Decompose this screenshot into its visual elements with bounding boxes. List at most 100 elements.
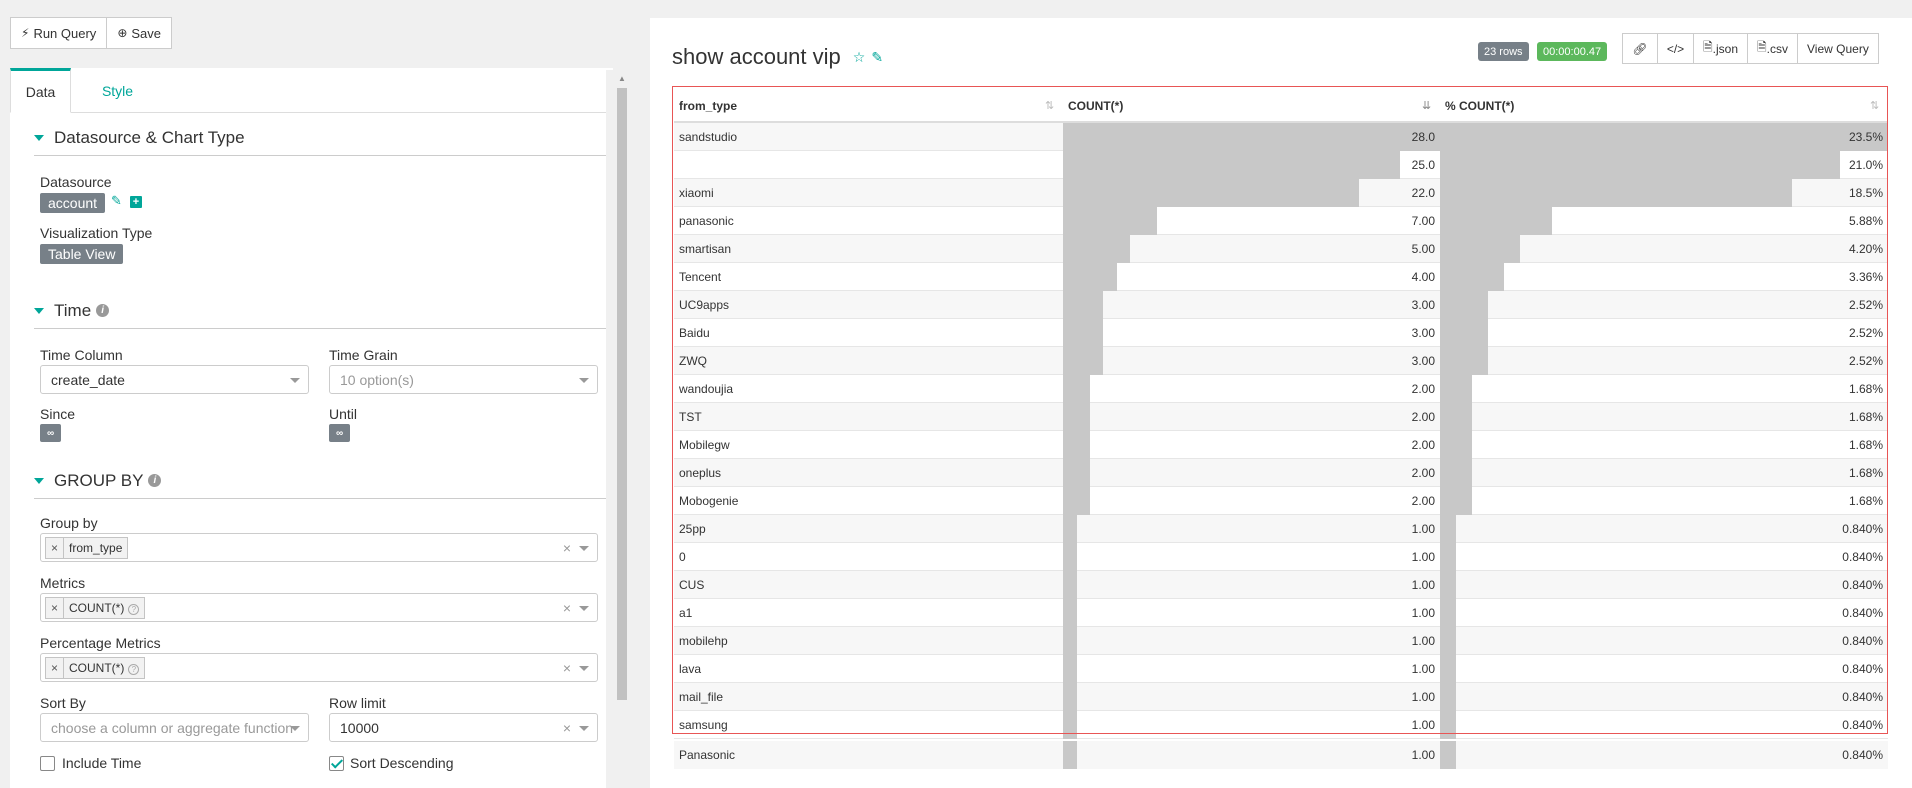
export-json-button[interactable]: 🗎︎ .json: [1694, 33, 1749, 64]
count-value: 1.00: [1411, 690, 1435, 704]
count-value: 5.00: [1411, 242, 1435, 256]
since-tag[interactable]: ∞: [40, 424, 62, 442]
count-value: 7.00: [1411, 214, 1435, 228]
cell-pct-count: 0.840%: [1440, 543, 1888, 571]
count-bar: [1063, 235, 1130, 263]
time-column-select[interactable]: create_date: [40, 365, 309, 394]
cell-count: 1.00: [1063, 599, 1440, 627]
section-time-header[interactable]: Time i: [34, 293, 607, 329]
bolt-icon: ⚡: [21, 26, 30, 40]
count-bar: [1063, 459, 1090, 487]
pct-metrics-chip-label: COUNT(*)?: [64, 661, 144, 675]
scroll-up-arrow-icon[interactable]: ▲: [618, 74, 626, 83]
clear-icon[interactable]: ×: [563, 720, 571, 736]
star-icon[interactable]: ☆: [853, 49, 866, 66]
section-groupby-title: GROUP BY: [54, 470, 144, 490]
metrics-select[interactable]: × COUNT(*)? ×: [40, 593, 598, 622]
sort-icon[interactable]: ⇅: [1870, 99, 1879, 112]
results-table: from_type ⇅ COUNT(*) ⇊ % COUNT(*) ⇅ sand…: [674, 89, 1888, 769]
clear-icon[interactable]: ×: [563, 540, 571, 556]
edit-title-icon[interactable]: ✎: [871, 49, 883, 66]
csv-label: .csv: [1766, 41, 1789, 56]
count-bar: [1063, 151, 1400, 179]
time-grain-select[interactable]: 10 option(s): [329, 365, 598, 394]
cell-count: 28.0: [1063, 123, 1440, 151]
time-grain-placeholder: 10 option(s): [340, 371, 414, 388]
pct-bar: [1440, 571, 1456, 599]
count-bar: [1063, 431, 1090, 459]
scrollbar-thumb[interactable]: [617, 88, 627, 700]
cell-count: 1.00: [1063, 627, 1440, 655]
viz-type-tag[interactable]: Table View: [40, 244, 124, 264]
chart-title: show account vip ☆ ✎: [672, 44, 883, 70]
pct-metrics-chip: × COUNT(*)?: [45, 656, 146, 679]
cell-pct-count: 1.68%: [1440, 375, 1888, 403]
tab-style[interactable]: Style: [90, 68, 145, 113]
help-icon: ?: [128, 603, 140, 615]
cell-pct-count: 21.0%: [1440, 151, 1888, 179]
pct-value: 2.52%: [1848, 298, 1883, 312]
time-grain-label: Time Grain: [329, 347, 398, 363]
clear-icon[interactable]: ×: [563, 660, 571, 676]
save-button[interactable]: ⊕ Save: [107, 17, 173, 49]
dropdown-arrow-icon: [290, 726, 300, 731]
cell-pct-count: 0.840%: [1440, 711, 1888, 739]
section-datasource-header[interactable]: Datasource & Chart Type: [34, 120, 607, 156]
until-tag[interactable]: ∞: [329, 424, 351, 442]
row-limit-value: 10000: [340, 719, 379, 736]
pct-metrics-chip-text: COUNT(*): [69, 660, 125, 675]
remove-chip-icon[interactable]: ×: [46, 537, 65, 558]
edit-datasource-icon[interactable]: ✎: [111, 193, 122, 209]
clear-icon[interactable]: ×: [563, 600, 571, 616]
header-pct-count[interactable]: % COUNT(*) ⇅: [1440, 89, 1888, 123]
cell-from-type: xiaomi: [679, 186, 714, 200]
table-row: Baidu 3.00 2.52%: [674, 319, 1888, 347]
add-datasource-icon[interactable]: +: [130, 196, 142, 208]
section-groupby-header[interactable]: GROUP BY i: [34, 463, 607, 499]
count-value: 1.00: [1411, 550, 1435, 564]
table-row: 25.0 21.0%: [674, 151, 1888, 179]
pct-bar: [1440, 151, 1840, 179]
pct-value: 0.840%: [1842, 718, 1883, 732]
caret-down-icon: [34, 134, 44, 141]
cell-count: 1.00: [1063, 571, 1440, 599]
count-value: 1.00: [1411, 634, 1435, 648]
header-count[interactable]: COUNT(*) ⇊: [1063, 89, 1440, 123]
info-icon[interactable]: i: [96, 304, 110, 317]
include-time-checkbox[interactable]: [40, 756, 55, 771]
sort-by-select[interactable]: choose a column or aggregate function: [40, 713, 309, 742]
pct-value: 2.52%: [1848, 354, 1883, 368]
export-csv-button[interactable]: 🗎︎ .csv: [1748, 33, 1799, 64]
run-query-button[interactable]: ⚡ Run Query: [10, 17, 108, 49]
pct-value: 21.0%: [1848, 158, 1883, 172]
group-by-select[interactable]: × from_type ×: [40, 533, 598, 562]
table-row: Mobilegw 2.00 1.68%: [674, 431, 1888, 459]
sort-desc-icon[interactable]: ⇊: [1422, 99, 1431, 112]
view-query-button[interactable]: View Query: [1798, 33, 1879, 64]
table-row: CUS 1.00 0.840%: [674, 571, 1888, 599]
group-by-label: Group by: [40, 515, 98, 531]
count-bar: [1063, 741, 1077, 769]
header-from-type[interactable]: from_type ⇅: [674, 89, 1063, 123]
count-value: 3.00: [1411, 326, 1435, 340]
remove-chip-icon[interactable]: ×: [46, 597, 65, 618]
tab-data[interactable]: Data: [10, 68, 71, 113]
cell-pct-count: 1.68%: [1440, 431, 1888, 459]
file-icon: 🗎︎: [1757, 40, 1767, 54]
sort-descending-checkbox[interactable]: [329, 756, 344, 771]
count-bar: [1063, 375, 1090, 403]
sort-icon[interactable]: ⇅: [1045, 99, 1054, 112]
view-query-label: View Query: [1807, 41, 1869, 56]
link-button[interactable]: 🔗︎: [1622, 33, 1658, 64]
pct-value: 1.68%: [1848, 494, 1883, 508]
row-limit-select[interactable]: 10000 ×: [329, 713, 598, 742]
pct-bar: [1440, 599, 1456, 627]
cell-pct-count: 18.5%: [1440, 179, 1888, 207]
pct-metrics-select[interactable]: × COUNT(*)? ×: [40, 653, 598, 682]
cell-count: 22.0: [1063, 179, 1440, 207]
datasource-tag[interactable]: account: [40, 193, 106, 213]
info-icon[interactable]: i: [148, 474, 162, 487]
cell-pct-count: 23.5%: [1440, 123, 1888, 151]
embed-code-button[interactable]: </>: [1658, 33, 1694, 64]
remove-chip-icon[interactable]: ×: [46, 657, 65, 678]
